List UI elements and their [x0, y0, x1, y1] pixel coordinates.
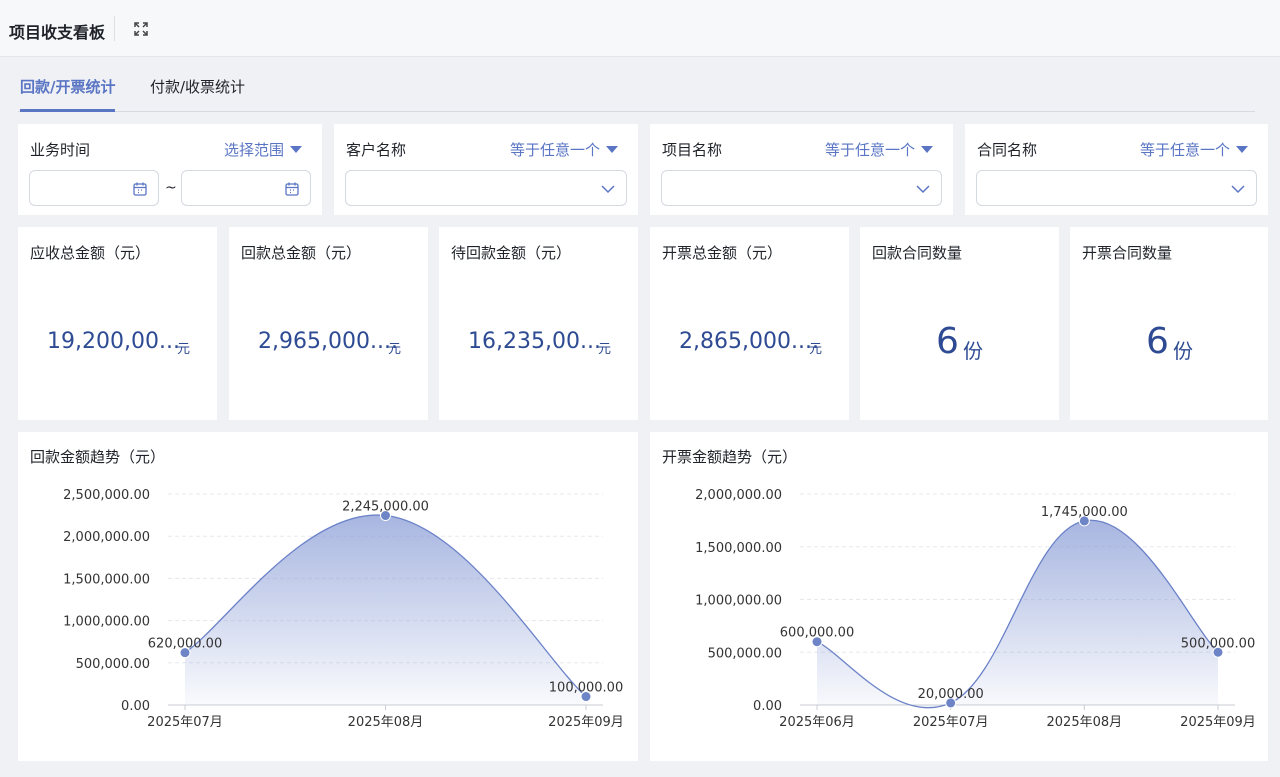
- calendar-icon: [285, 182, 299, 196]
- kpi-collection-contract-count: 回款合同数量 6 份: [860, 227, 1059, 420]
- x-tick-label: 2025年08月: [348, 715, 424, 730]
- kpi-receivable-total: 应收总金额（元） 19,200,00... 元: [18, 227, 217, 420]
- filter-operator-label: 等于任意一个: [824, 141, 915, 159]
- kpi-unit: 份: [1173, 339, 1193, 363]
- y-tick-label: 500,000.00: [708, 646, 782, 661]
- tab-payment-receipt[interactable]: 付款/收票统计: [150, 76, 245, 97]
- invoice-trend-chart: 开票金额趋势（元） 0.00 500,000.00 1,000,000.00 1,50…: [650, 432, 1268, 761]
- kpi-label: 应收总金额（元）: [30, 244, 151, 262]
- page-title: 项目收支看板: [9, 23, 106, 42]
- expand-icon[interactable]: [132, 20, 150, 38]
- data-label: 620,000.00: [148, 637, 222, 652]
- tab-collection-invoice[interactable]: 回款/开票统计: [20, 76, 116, 112]
- kpi-label: 回款合同数量: [872, 244, 963, 262]
- filter-operator-label: 等于任意一个: [509, 141, 600, 159]
- top-bar: 项目收支看板: [0, 0, 1280, 57]
- x-tick-label: 2025年09月: [548, 715, 624, 730]
- filter-customer-name: 客户名称 等于任意一个: [334, 124, 638, 215]
- filter-operator-dropdown[interactable]: 等于任意一个: [825, 139, 933, 160]
- filter-label: 项目名称: [662, 141, 723, 159]
- kpi-unit: 元: [809, 342, 823, 357]
- y-tick-label: 1,500,000.00: [63, 572, 150, 587]
- kpi-unit: 元: [598, 342, 612, 357]
- kpi-value: 6: [936, 321, 959, 362]
- kpi-label: 开票总金额（元）: [662, 244, 783, 262]
- y-tick-label: 2,000,000.00: [63, 530, 150, 545]
- y-tick-label: 1,000,000.00: [695, 594, 782, 609]
- caret-down-icon: [1236, 146, 1248, 153]
- filter-operator-dropdown[interactable]: 选择范围: [224, 139, 302, 160]
- y-tick-label: 1,000,000.00: [63, 615, 150, 630]
- y-tick-label: 1,500,000.00: [695, 541, 782, 556]
- kpi-value: 2,965,000....: [258, 329, 398, 354]
- kpi-value: 19,200,00...: [47, 329, 180, 354]
- x-tick-label: 2025年07月: [913, 715, 989, 730]
- filter-project-name: 项目名称 等于任意一个: [650, 124, 953, 215]
- kpi-label: 开票合同数量: [1082, 244, 1173, 262]
- kpi-invoiced-total: 开票总金额（元） 2,865,000.... 元: [650, 227, 849, 420]
- filter-label: 业务时间: [30, 141, 91, 159]
- data-label: 500,000.00: [1181, 636, 1255, 651]
- kpi-collected-total: 回款总金额（元） 2,965,000.... 元: [229, 227, 428, 420]
- filter-business-time: 业务时间 选择范围 ~: [18, 124, 322, 215]
- filter-operator-label: 选择范围: [223, 141, 284, 159]
- kpi-label: 回款总金额（元）: [241, 244, 362, 262]
- title-divider: [114, 16, 115, 41]
- kpi-value: 16,235,00...: [468, 329, 601, 354]
- kpi-label: 待回款金额（元）: [451, 244, 572, 262]
- data-label: 2,245,000.00: [342, 500, 429, 515]
- data-label: 20,000.00: [918, 687, 984, 702]
- chart-canvas: 0.00 500,000.00 1,000,000.00 1,500,000.00 2,…: [695, 488, 1256, 730]
- kpi-value: 6: [1146, 321, 1169, 362]
- caret-down-icon: [921, 146, 933, 153]
- y-tick-label: 0.00: [121, 699, 150, 714]
- filter-operator-dropdown[interactable]: 等于任意一个: [1140, 139, 1248, 160]
- chart-canvas: 0.00 500,000.00 1,000,000.00 1,500,000.00 2,…: [63, 488, 624, 730]
- filter-operator-dropdown[interactable]: 等于任意一个: [510, 139, 618, 160]
- project-select[interactable]: [661, 170, 942, 206]
- contract-select[interactable]: [976, 170, 1257, 206]
- series-area: [185, 515, 586, 705]
- kpi-value: 2,865,000....: [679, 329, 819, 354]
- calendar-icon: [133, 182, 147, 196]
- x-tick-label: 2025年06月: [779, 715, 855, 730]
- filter-label: 客户名称: [346, 141, 407, 159]
- data-label: 100,000.00: [549, 681, 623, 696]
- customer-select[interactable]: [345, 170, 627, 206]
- kpi-unit: 元: [177, 342, 191, 357]
- caret-down-icon: [290, 146, 302, 153]
- y-tick-label: 2,000,000.00: [695, 488, 782, 503]
- series-area: [817, 520, 1218, 708]
- chevron-down-icon: [916, 185, 930, 194]
- caret-down-icon: [606, 146, 618, 153]
- collection-trend-chart: 回款金额趋势（元） 0.00 500,000.00 1,000,000.00 1,50…: [18, 432, 638, 761]
- y-tick-label: 2,500,000.00: [63, 488, 150, 503]
- tab-bar: 回款/开票统计 付款/收票统计: [18, 58, 1255, 112]
- date-range-separator: ~: [165, 180, 177, 196]
- x-tick-label: 2025年09月: [1180, 715, 1256, 730]
- start-date-input[interactable]: [29, 170, 159, 206]
- data-label: 600,000.00: [780, 626, 854, 641]
- kpi-invoice-contract-count: 开票合同数量 6 份: [1070, 227, 1268, 420]
- filter-operator-label: 等于任意一个: [1139, 141, 1230, 159]
- end-date-input[interactable]: [181, 170, 311, 206]
- filter-contract-name: 合同名称 等于任意一个: [965, 124, 1268, 215]
- chevron-down-icon: [601, 185, 615, 194]
- x-tick-label: 2025年08月: [1047, 715, 1123, 730]
- kpi-pending-collection: 待回款金额（元） 16,235,00... 元: [439, 227, 638, 420]
- kpi-unit: 元: [388, 342, 402, 357]
- data-label: 1,745,000.00: [1041, 505, 1128, 520]
- y-tick-label: 500,000.00: [76, 657, 150, 672]
- chevron-down-icon: [1231, 185, 1245, 194]
- kpi-unit: 份: [963, 339, 983, 363]
- y-tick-label: 0.00: [753, 699, 782, 714]
- x-tick-label: 2025年07月: [147, 715, 223, 730]
- filter-label: 合同名称: [977, 141, 1038, 159]
